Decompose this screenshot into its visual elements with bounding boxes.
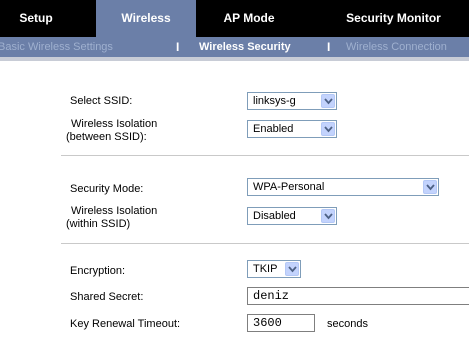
tab-security-monitor[interactable]: Security Monitor xyxy=(318,0,469,37)
chevron-down-icon xyxy=(321,122,335,136)
shared-secret-label: Shared Secret: xyxy=(70,291,144,303)
tab-setup[interactable]: Setup xyxy=(0,0,72,37)
top-navigation: Setup Wireless AP Mode Security Monitor xyxy=(0,0,469,37)
chevron-down-icon xyxy=(285,262,299,276)
section-divider xyxy=(61,243,469,244)
isolation-within-label-line2: (within SSID) xyxy=(66,218,131,230)
key-renewal-unit: seconds xyxy=(327,318,368,330)
subnav-separator: I xyxy=(176,40,180,54)
subtab-wireless-security[interactable]: Wireless Security xyxy=(199,37,291,57)
encryption-value: TKIP xyxy=(253,263,278,275)
subtab-basic-wireless-settings[interactable]: Basic Wireless Settings xyxy=(0,37,113,57)
isolation-within-label: Wireless Isolation (within SSID) xyxy=(66,205,158,231)
section-divider xyxy=(61,155,469,156)
sub-navigation: Basic Wireless Settings I Wireless Secur… xyxy=(0,37,469,57)
key-renewal-label: Key Renewal Timeout: xyxy=(70,318,181,330)
encryption-dropdown[interactable]: TKIP xyxy=(247,260,301,278)
tab-wireless[interactable]: Wireless xyxy=(96,0,196,37)
encryption-label: Encryption: xyxy=(70,265,126,277)
shared-secret-value: deniz xyxy=(253,289,290,303)
isolation-within-value: Disabled xyxy=(253,210,296,222)
isolation-within-dropdown[interactable]: Disabled xyxy=(247,207,337,225)
shared-secret-input[interactable]: deniz xyxy=(247,287,469,305)
isolation-between-value: Enabled xyxy=(253,123,294,135)
select-ssid-dropdown[interactable]: linksys-g xyxy=(247,92,337,110)
chevron-down-icon xyxy=(321,94,335,108)
isolation-between-dropdown[interactable]: Enabled xyxy=(247,120,337,138)
key-renewal-input[interactable]: 3600 xyxy=(247,314,315,332)
security-mode-label: Security Mode: xyxy=(70,183,144,195)
select-ssid-value: linksys-g xyxy=(253,95,296,107)
tab-ap-mode[interactable]: AP Mode xyxy=(205,0,293,37)
isolation-between-label-line2: (between SSID): xyxy=(66,131,147,143)
security-mode-value: WPA-Personal xyxy=(253,181,325,193)
header-stripe xyxy=(0,57,469,61)
chevron-down-icon xyxy=(321,209,335,223)
subnav-separator: I xyxy=(327,40,331,54)
isolation-between-label: Wireless Isolation (between SSID): xyxy=(66,118,158,144)
isolation-between-label-line1: Wireless Isolation xyxy=(71,118,158,130)
security-mode-dropdown[interactable]: WPA-Personal xyxy=(247,178,439,196)
subtab-wireless-connection[interactable]: Wireless Connection xyxy=(346,37,447,57)
key-renewal-value: 3600 xyxy=(253,316,282,330)
isolation-within-label-line1: Wireless Isolation xyxy=(71,205,158,217)
chevron-down-icon xyxy=(423,180,437,194)
select-ssid-label: Select SSID: xyxy=(70,95,133,107)
